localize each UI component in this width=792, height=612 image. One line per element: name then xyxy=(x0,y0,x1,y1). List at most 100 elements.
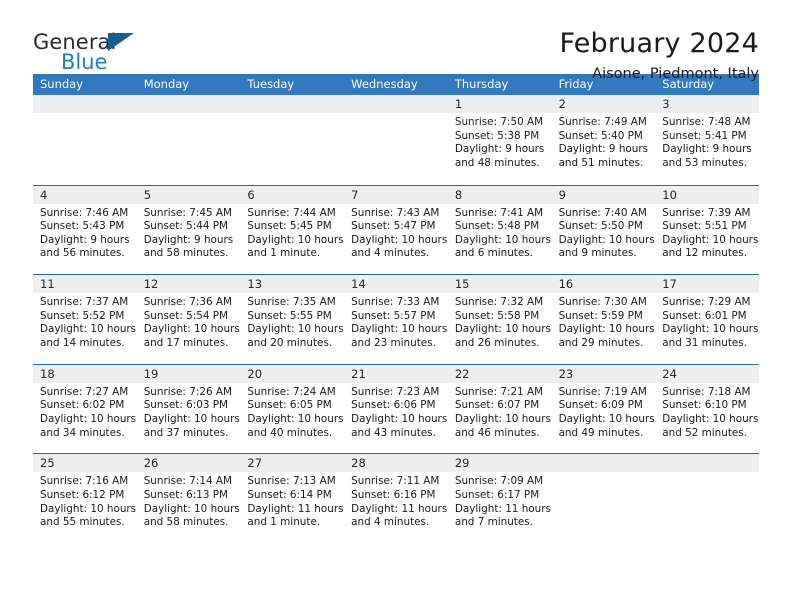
day-cell[interactable]: 5 Sunrise: 7:45 AM Sunset: 5:44 PM Daylight… xyxy=(136,185,241,275)
day-details: Sunrise: 7:49 AM Sunset: 5:40 PM Daylight:… xyxy=(552,113,656,170)
day-number: 6 xyxy=(240,185,345,204)
day-detail-line: Sunset: 5:48 PM xyxy=(454,220,540,233)
day-number xyxy=(344,95,448,113)
day-details: Sunrise: 7:26 AM Sunset: 6:03 PM Daylight:… xyxy=(137,383,241,440)
day-detail-line: and 7 minutes. xyxy=(454,516,533,529)
day-detail-line: Sunset: 6:14 PM xyxy=(247,488,332,501)
day-detail-line: Sunset: 6:12 PM xyxy=(40,488,125,501)
day-detail-line: Sunset: 6:17 PM xyxy=(454,488,540,501)
day-cell[interactable]: 2 Sunrise: 7:49 AM Sunset: 5:40 PM Daylight… xyxy=(551,95,656,185)
day-cell[interactable]: 28 Sunrise: 7:11 AM Sunset: 6:16 PM Dayligh… xyxy=(344,454,448,543)
day-cell[interactable]: 14 Sunrise: 7:33 AM Sunset: 5:57 PM Dayligh… xyxy=(344,275,448,364)
weekday-header-saturday: Saturday xyxy=(662,77,715,91)
weekday-header-friday: Friday xyxy=(558,77,594,91)
day-number xyxy=(551,454,656,473)
day-detail-line: and 58 minutes. xyxy=(143,247,229,260)
day-number: 23 xyxy=(551,364,656,383)
day-detail-line: Sunset: 6:06 PM xyxy=(351,399,436,412)
day-detail-line: Sunset: 5:55 PM xyxy=(247,309,332,322)
week-row: 11 Sunrise: 7:37 AM Sunset: 5:52 PM Dayligh… xyxy=(33,274,759,364)
day-cell[interactable]: 23 Sunrise: 7:19 AM Sunset: 6:09 PM Dayligh… xyxy=(551,364,656,454)
day-detail-line: Sunrise: 7:43 AM xyxy=(351,206,440,219)
day-cell[interactable]: 17 Sunrise: 7:29 AM Sunset: 6:01 PM Dayligh… xyxy=(655,275,759,364)
day-number: 5 xyxy=(136,185,241,204)
day-cell[interactable]: 15 Sunrise: 7:32 AM Sunset: 5:58 PM Dayligh… xyxy=(447,275,552,364)
day-detail-line: and 1 minute. xyxy=(247,516,321,529)
day-cell[interactable]: 9 Sunrise: 7:40 AM Sunset: 5:50 PM Daylight… xyxy=(551,185,656,275)
day-number xyxy=(136,95,241,113)
day-cell[interactable]: 3 Sunrise: 7:48 AM Sunset: 5:41 PM Daylight… xyxy=(655,95,759,185)
day-detail-line: Sunrise: 7:11 AM xyxy=(351,475,440,488)
day-cell[interactable]: 19 Sunrise: 7:26 AM Sunset: 6:03 PM Dayligh… xyxy=(136,364,241,454)
day-detail-line: Sunset: 5:52 PM xyxy=(40,309,125,322)
day-detail-line: Sunrise: 7:21 AM xyxy=(454,385,544,398)
day-cell[interactable]: 12 Sunrise: 7:36 AM Sunset: 5:54 PM Dayligh… xyxy=(136,275,241,364)
day-detail-line: and 55 minutes. xyxy=(40,516,125,529)
page-title: February 2024 xyxy=(559,28,759,59)
calendar-grid: Sunday Monday Tuesday Wednesday Thursday Frid… xyxy=(33,74,759,543)
day-cell[interactable]: 24 Sunrise: 7:18 AM Sunset: 6:10 PM Dayligh… xyxy=(655,364,759,454)
day-cell[interactable]: 22 Sunrise: 7:21 AM Sunset: 6:07 PM Dayligh… xyxy=(447,364,552,454)
day-number: 27 xyxy=(240,454,345,473)
day-detail-line: Daylight: 10 hours xyxy=(454,323,551,336)
day-detail-line: Sunrise: 7:33 AM xyxy=(351,296,440,309)
day-detail-line: Daylight: 10 hours xyxy=(247,323,344,336)
day-cell[interactable]: 8 Sunrise: 7:41 AM Sunset: 5:48 PM Daylight… xyxy=(447,185,552,275)
day-cell[interactable]: 10 Sunrise: 7:39 AM Sunset: 5:51 PM Dayligh… xyxy=(655,185,759,275)
day-number: 3 xyxy=(655,95,759,113)
day-cell-empty xyxy=(551,454,656,543)
day-detail-line: Sunset: 5:41 PM xyxy=(662,129,747,142)
day-cell[interactable]: 6 Sunrise: 7:44 AM Sunset: 5:45 PM Daylight… xyxy=(240,185,345,275)
day-cell[interactable]: 25 Sunrise: 7:16 AM Sunset: 6:12 PM Dayligh… xyxy=(33,454,137,543)
day-cell[interactable]: 18 Sunrise: 7:27 AM Sunset: 6:02 PM Dayligh… xyxy=(33,364,137,454)
day-cell[interactable]: 20 Sunrise: 7:24 AM Sunset: 6:05 PM Dayligh… xyxy=(240,364,345,454)
day-detail-line: Sunset: 5:43 PM xyxy=(40,220,125,233)
day-details: Sunrise: 7:37 AM Sunset: 5:52 PM Daylight:… xyxy=(33,293,137,350)
day-detail-line: Sunrise: 7:24 AM xyxy=(247,385,336,398)
day-detail-line: Sunset: 5:38 PM xyxy=(454,129,540,142)
day-number: 8 xyxy=(447,185,552,204)
day-detail-line: Sunset: 5:58 PM xyxy=(454,309,540,322)
day-detail-line: Sunrise: 7:35 AM xyxy=(247,296,336,309)
weekday-header-thursday: Thursday xyxy=(454,77,509,91)
day-cell[interactable]: 16 Sunrise: 7:30 AM Sunset: 5:59 PM Dayligh… xyxy=(551,275,656,364)
day-details: Sunrise: 7:13 AM Sunset: 6:14 PM Daylight:… xyxy=(240,472,344,529)
day-details: Sunrise: 7:21 AM Sunset: 6:07 PM Daylight:… xyxy=(448,383,552,440)
day-detail-line: Sunrise: 7:39 AM xyxy=(662,206,751,219)
day-details: Sunrise: 7:45 AM Sunset: 5:44 PM Daylight:… xyxy=(137,204,241,261)
day-cell[interactable]: 1 Sunrise: 7:50 AM Sunset: 5:38 PM Daylight… xyxy=(447,95,552,185)
day-detail-line: Sunset: 5:51 PM xyxy=(662,220,747,233)
day-detail-line: Sunrise: 7:30 AM xyxy=(558,296,647,309)
day-details: Sunrise: 7:29 AM Sunset: 6:01 PM Daylight:… xyxy=(655,293,759,350)
day-detail-line: Daylight: 10 hours xyxy=(351,233,448,246)
day-details: Sunrise: 7:48 AM Sunset: 5:41 PM Daylight:… xyxy=(655,113,759,170)
day-detail-line: Daylight: 10 hours xyxy=(662,323,759,336)
weekday-header-monday: Monday xyxy=(143,77,190,91)
day-cell[interactable]: 4 Sunrise: 7:46 AM Sunset: 5:43 PM Daylight… xyxy=(33,185,137,275)
day-detail-line: Daylight: 9 hours xyxy=(40,233,130,246)
day-number: 11 xyxy=(33,275,137,294)
day-cell[interactable]: 27 Sunrise: 7:13 AM Sunset: 6:14 PM Dayligh… xyxy=(240,454,345,543)
day-detail-line: and 20 minutes. xyxy=(247,336,333,349)
day-cell[interactable]: 7 Sunrise: 7:43 AM Sunset: 5:47 PM Daylight… xyxy=(344,185,448,275)
day-detail-line: Sunrise: 7:19 AM xyxy=(558,385,647,398)
day-detail-line: Daylight: 10 hours xyxy=(40,502,137,515)
day-detail-line: and 51 minutes. xyxy=(558,156,644,169)
day-details: Sunrise: 7:30 AM Sunset: 5:59 PM Daylight:… xyxy=(552,293,656,350)
day-cell[interactable]: 11 Sunrise: 7:37 AM Sunset: 5:52 PM Dayligh… xyxy=(33,275,137,364)
day-detail-line: and 9 minutes. xyxy=(558,247,637,260)
day-cell[interactable]: 21 Sunrise: 7:23 AM Sunset: 6:06 PM Dayligh… xyxy=(344,364,448,454)
day-cell[interactable]: 29 Sunrise: 7:09 AM Sunset: 6:17 PM Dayligh… xyxy=(447,454,552,543)
day-details: Sunrise: 7:39 AM Sunset: 5:51 PM Daylight:… xyxy=(655,204,759,261)
day-details: Sunrise: 7:27 AM Sunset: 6:02 PM Daylight:… xyxy=(33,383,137,440)
day-cell[interactable]: 26 Sunrise: 7:14 AM Sunset: 6:13 PM Dayligh… xyxy=(136,454,241,543)
logo-flag-icon xyxy=(108,33,134,51)
weekday-header-wednesday: Wednesday xyxy=(351,77,418,91)
day-number: 16 xyxy=(551,275,656,294)
calendar-page: General Blue February 2024 Aisone, Piedm… xyxy=(0,0,792,612)
day-details: Sunrise: 7:16 AM Sunset: 6:12 PM Daylight:… xyxy=(33,472,137,529)
day-cell[interactable]: 13 Sunrise: 7:35 AM Sunset: 5:55 PM Dayligh… xyxy=(240,275,345,364)
day-detail-line: Daylight: 10 hours xyxy=(351,323,448,336)
day-detail-line: Daylight: 10 hours xyxy=(143,502,240,515)
day-details xyxy=(137,113,241,116)
